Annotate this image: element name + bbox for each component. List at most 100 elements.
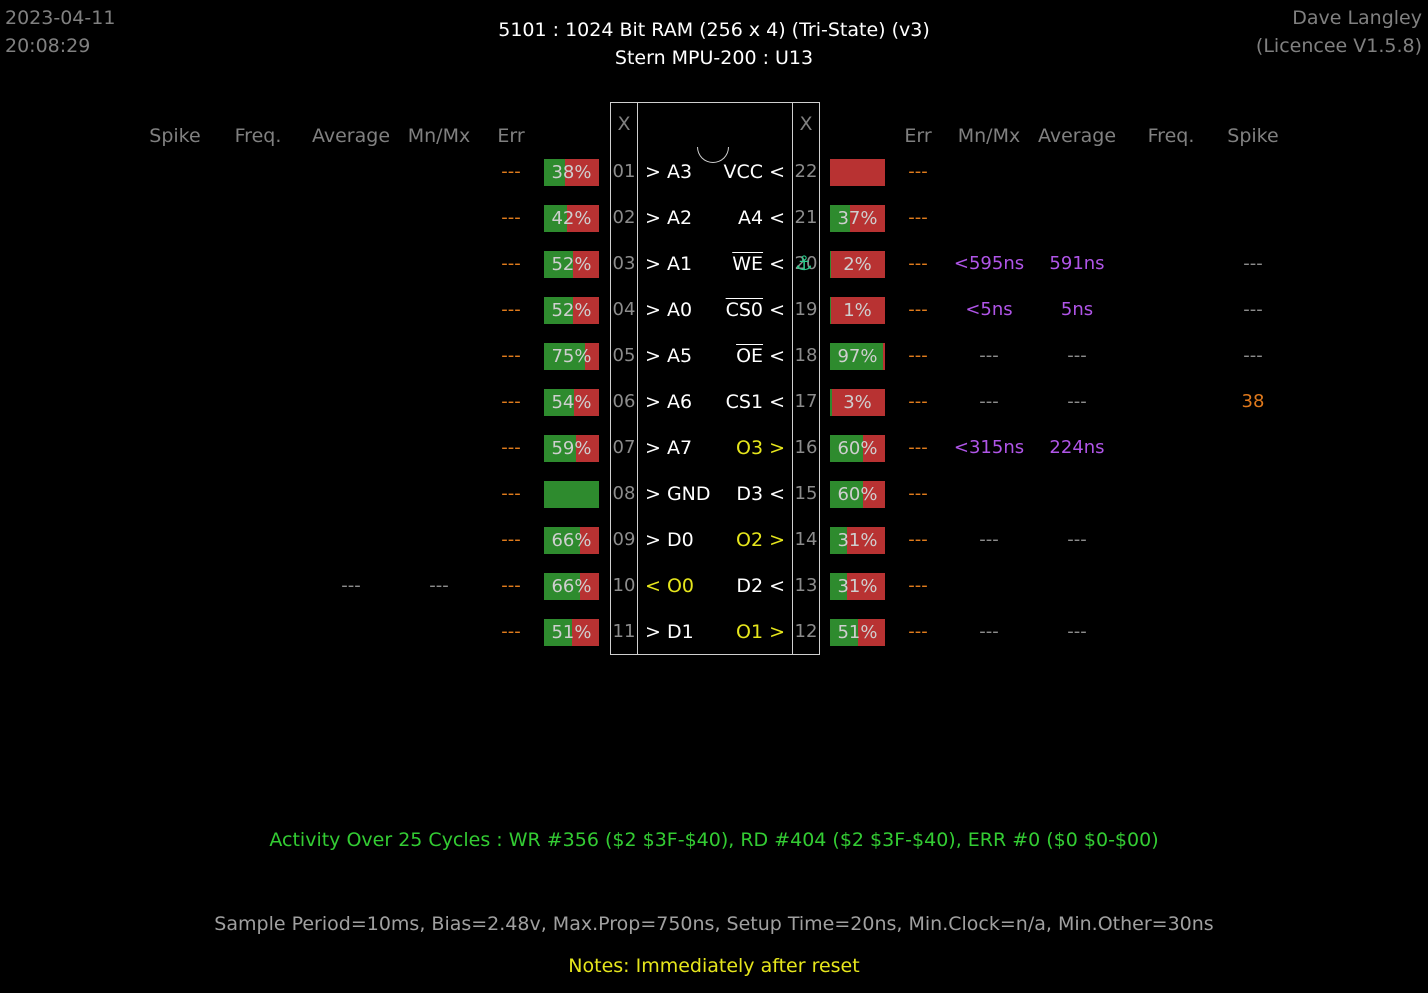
left-duty-bar: 51% xyxy=(544,619,599,646)
bar-percent-label: 31% xyxy=(837,530,878,551)
right-duty-bar: 3% xyxy=(830,389,885,416)
right-duty-bar: 60% xyxy=(830,481,885,508)
left-err-value: --- xyxy=(501,345,521,366)
bar-high-fill xyxy=(544,481,599,508)
pin-name-right[interactable]: O2 > xyxy=(736,529,785,551)
active-low-signal: OE xyxy=(736,345,764,367)
pin-name-left[interactable]: > A1 xyxy=(645,253,692,275)
pin-name-right[interactable]: A4 < xyxy=(738,207,785,229)
pin-name-left[interactable]: > GND xyxy=(645,483,711,505)
pin-number: 06 xyxy=(612,391,636,412)
right-err-value: --- xyxy=(908,299,928,320)
right-duty-bar: 31% xyxy=(830,527,885,554)
pin-name-right[interactable]: WE < xyxy=(732,253,785,275)
pin-name-left[interactable]: > A2 xyxy=(645,207,692,229)
active-low-signal: CS0 xyxy=(725,299,764,321)
pin-name-left[interactable]: > D1 xyxy=(645,621,694,643)
right-err-value: --- xyxy=(908,575,928,596)
pin-number: 22 xyxy=(794,161,818,182)
right-average-value: --- xyxy=(1067,621,1087,642)
pin-name-right[interactable]: O1 > xyxy=(736,621,785,643)
right-average-value: 591ns xyxy=(1049,253,1105,274)
pin-number: 05 xyxy=(612,345,636,366)
pin-name-left[interactable]: > A6 xyxy=(645,391,692,413)
pin-number: 21 xyxy=(794,207,818,228)
right-err-value: --- xyxy=(908,161,928,182)
licence-label: (Licencee V1.5.8) xyxy=(1255,35,1422,57)
pin-name-left[interactable]: < O0 xyxy=(645,575,694,597)
right-average-value: --- xyxy=(1067,529,1087,550)
pin-number: 08 xyxy=(612,483,636,504)
bar-low-fill xyxy=(830,159,885,186)
pin-name-right[interactable]: OE < xyxy=(736,345,785,367)
pin-name-left[interactable]: > A5 xyxy=(645,345,692,367)
pin-name-right[interactable]: D2 < xyxy=(736,575,785,597)
pin-number: 18 xyxy=(794,345,818,366)
date-label: 2023-04-11 xyxy=(5,7,116,29)
pin-number: 14 xyxy=(794,529,818,550)
left-err-value: --- xyxy=(501,391,521,412)
bar-percent-label: 38% xyxy=(551,162,592,183)
x-left-button[interactable]: X xyxy=(610,113,638,135)
chip-subtitle: Stern MPU-200 : U13 xyxy=(614,47,814,69)
col-right-err: Err xyxy=(904,125,932,147)
pin-number: 01 xyxy=(612,161,636,182)
right-err-value: --- xyxy=(908,391,928,412)
right-duty-bar: 51% xyxy=(830,619,885,646)
bar-percent-label: 42% xyxy=(551,208,592,229)
left-duty-bar: 42% xyxy=(544,205,599,232)
bar-percent-label: 51% xyxy=(837,622,878,643)
pin-name-right[interactable]: CS0 < xyxy=(726,299,785,321)
left-duty-bar: 66% xyxy=(544,573,599,600)
pin-number: 07 xyxy=(612,437,636,458)
pin-number: 13 xyxy=(794,575,818,596)
right-err-value: --- xyxy=(908,621,928,642)
pin-direction: < xyxy=(763,253,785,275)
bar-percent-label: 52% xyxy=(551,254,592,275)
pin-number: 09 xyxy=(612,529,636,550)
pin-name-right[interactable]: D3 < xyxy=(736,483,785,505)
pin-name-right[interactable]: VCC < xyxy=(724,161,786,183)
col-left-average: Average xyxy=(311,125,391,147)
right-spike-value: --- xyxy=(1243,253,1263,274)
pin-number: 04 xyxy=(612,299,636,320)
chip-title: 5101 : 1024 Bit RAM (256 x 4) (Tri-State… xyxy=(498,19,930,41)
right-err-value: --- xyxy=(908,253,928,274)
bar-percent-label: 60% xyxy=(837,438,878,459)
pin-name-left[interactable]: > D0 xyxy=(645,529,694,551)
bar-percent-label: 37% xyxy=(837,208,878,229)
sample-settings: Sample Period=10ms, Bias=2.48v, Max.Prop… xyxy=(214,913,1214,935)
right-spike-value: --- xyxy=(1243,345,1263,366)
pin-number: 16 xyxy=(794,437,818,458)
left-duty-bar: 52% xyxy=(544,297,599,324)
flag-icon[interactable]: ⚓ xyxy=(795,251,813,275)
bar-percent-label: 1% xyxy=(843,300,872,321)
right-mnmx-value: --- xyxy=(979,345,999,366)
pin-name-right[interactable]: O3 > xyxy=(736,437,785,459)
left-average-value: --- xyxy=(341,575,361,596)
col-left-freq: Freq. xyxy=(234,125,282,147)
pin-name-left[interactable]: > A0 xyxy=(645,299,692,321)
left-pin-column xyxy=(610,102,638,655)
right-average-value: --- xyxy=(1067,391,1087,412)
pin-name-left[interactable]: > A7 xyxy=(645,437,692,459)
pin-number: 11 xyxy=(612,621,636,642)
right-err-value: --- xyxy=(908,345,928,366)
right-pin-column xyxy=(792,102,820,655)
left-err-value: --- xyxy=(501,299,521,320)
left-err-value: --- xyxy=(501,161,521,182)
col-right-average: Average xyxy=(1037,125,1117,147)
right-err-value: --- xyxy=(908,207,928,228)
right-average-value: --- xyxy=(1067,345,1087,366)
bar-percent-label: 59% xyxy=(551,438,592,459)
pin-direction: < xyxy=(763,299,785,321)
bar-percent-label: 52% xyxy=(551,300,592,321)
right-mnmx-value: --- xyxy=(979,529,999,550)
pin-name-right[interactable]: CS1 < xyxy=(726,391,785,413)
x-right-button[interactable]: X xyxy=(792,113,820,135)
bar-percent-label: 60% xyxy=(837,484,878,505)
pin-name-left[interactable]: > A3 xyxy=(645,161,692,183)
activity-summary: Activity Over 25 Cycles : WR #356 ($2 $3… xyxy=(269,829,1159,851)
bar-percent-label: 75% xyxy=(551,346,592,367)
col-left-err: Err xyxy=(497,125,525,147)
